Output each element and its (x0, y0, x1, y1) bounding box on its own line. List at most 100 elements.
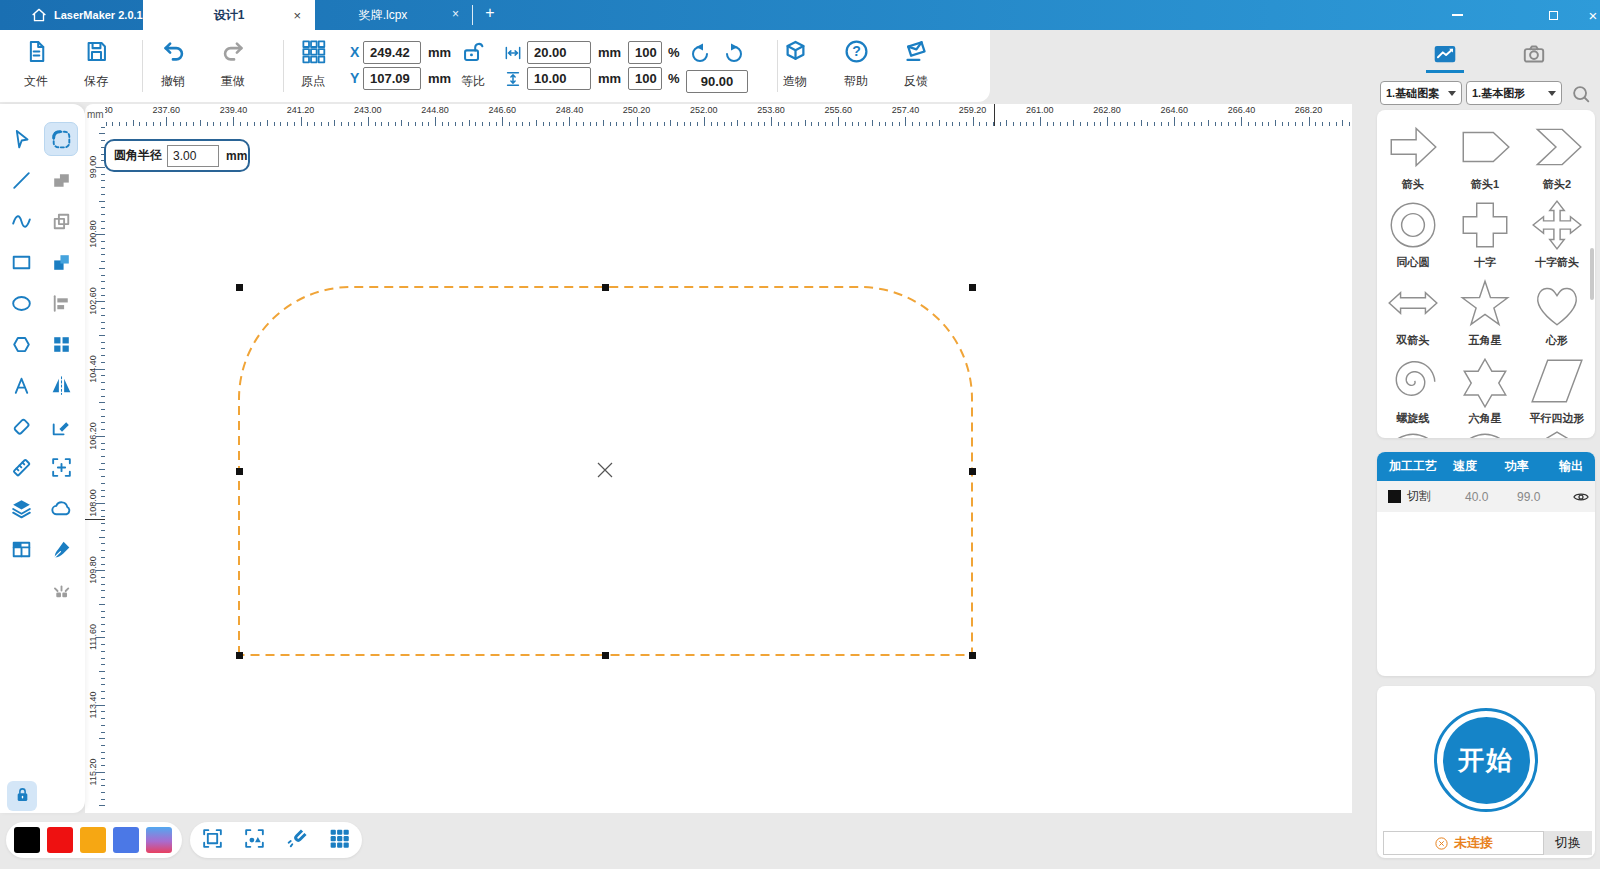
selection-handle[interactable] (236, 284, 243, 291)
save-button[interactable]: 保存 (68, 38, 124, 96)
color-swatch[interactable] (80, 827, 106, 853)
radius-input[interactable]: 3.00 (167, 145, 219, 167)
selection-handle[interactable] (969, 284, 976, 291)
combine-tool[interactable] (44, 204, 78, 238)
break-link-tool[interactable] (44, 573, 78, 607)
gallery-item[interactable] (1521, 430, 1593, 438)
measure-tool[interactable] (4, 450, 38, 484)
magnet-icon[interactable] (285, 826, 310, 855)
table-tool[interactable] (4, 532, 38, 566)
selection-handle[interactable] (602, 652, 609, 659)
rounded-rect-tool[interactable] (44, 122, 78, 156)
width-input[interactable]: 20.00 (527, 41, 591, 64)
gallery-item[interactable]: 同心圆 (1377, 196, 1449, 274)
ruler-tick (101, 221, 106, 222)
rotate-input[interactable]: 90.00 (686, 70, 748, 93)
rotate-cw-icon[interactable] (722, 42, 746, 66)
selection-handle[interactable] (236, 652, 243, 659)
ruler-tick (160, 122, 161, 127)
selection-handle[interactable] (602, 284, 609, 291)
gallery-item[interactable]: 箭头1 (1449, 118, 1521, 196)
gallery-item[interactable]: 双箭头 (1377, 274, 1449, 352)
gallery-item[interactable]: 心形 (1521, 274, 1593, 352)
select-tool[interactable] (4, 122, 38, 156)
eraser-tool[interactable] (4, 409, 38, 443)
width-percent-input[interactable]: 100 (628, 41, 662, 64)
rotate-ccw-icon[interactable] (688, 42, 712, 66)
table-row[interactable]: 切割 40.0 99.0 (1377, 481, 1595, 512)
aspect-lock-button[interactable]: 等比 (445, 38, 501, 96)
color-swatch[interactable] (113, 827, 139, 853)
ellipse-tool[interactable] (4, 286, 38, 320)
x-input[interactable]: 249.42 (363, 41, 421, 64)
line-tool[interactable] (4, 163, 38, 197)
feedback-button[interactable]: 反馈 (888, 38, 944, 96)
gallery-item[interactable]: 十字箭头 (1521, 196, 1593, 274)
array-tool[interactable] (44, 327, 78, 361)
height-input[interactable]: 10.00 (527, 67, 591, 90)
close-button[interactable]: × (1576, 0, 1600, 30)
mirror-tool[interactable] (44, 368, 78, 402)
gallery-item[interactable] (1449, 430, 1521, 438)
color-swatch[interactable] (47, 827, 73, 853)
frame-icon[interactable] (200, 826, 225, 855)
text-tool[interactable] (4, 368, 38, 402)
gallery-item[interactable]: 十字 (1449, 196, 1521, 274)
rectangle-tool[interactable] (4, 245, 38, 279)
switch-device-button[interactable]: 切换 (1544, 831, 1592, 855)
category-dropdown[interactable]: 1.基础图案 (1380, 81, 1462, 105)
minimize-button[interactable] (1440, 0, 1474, 30)
gallery-item[interactable]: 螺旋线 (1377, 352, 1449, 430)
fit-selection-icon[interactable] (242, 826, 267, 855)
eye-icon[interactable] (1571, 487, 1591, 507)
lock-button[interactable] (7, 781, 37, 811)
scrollbar[interactable] (1590, 248, 1594, 300)
tab-close-icon[interactable]: × (293, 8, 301, 23)
boolean-tool[interactable] (44, 245, 78, 279)
search-icon[interactable] (1570, 83, 1592, 105)
height-percent-input[interactable]: 100 (628, 67, 662, 90)
selection-handle[interactable] (969, 468, 976, 475)
start-button[interactable]: 开始 (1434, 708, 1538, 812)
shape-class-dropdown[interactable]: 1.基本图形 (1466, 81, 1562, 105)
weld-tool[interactable] (44, 163, 78, 197)
layers-tool[interactable] (4, 491, 38, 525)
new-tab-button[interactable]: + (480, 4, 500, 22)
undo-button[interactable]: 撤销 (145, 38, 201, 96)
pen-tool[interactable] (44, 532, 78, 566)
curve-tool[interactable] (4, 204, 38, 238)
tab-camera[interactable] (1521, 41, 1551, 67)
tab-design1[interactable]: 设计1 × (143, 0, 315, 30)
maximize-button[interactable] (1536, 0, 1570, 30)
y-input[interactable]: 107.09 (363, 67, 421, 90)
selection-handle[interactable] (969, 652, 976, 659)
gallery-item[interactable]: 箭头 (1377, 118, 1449, 196)
ruler-tick (101, 718, 106, 719)
selection-handle[interactable] (236, 468, 243, 475)
node-edit-tool[interactable] (44, 409, 78, 443)
gallery-item[interactable]: 六角星 (1449, 352, 1521, 430)
polygon-tool[interactable] (4, 327, 38, 361)
ruler-tick (791, 122, 792, 127)
color-swatch[interactable] (146, 827, 172, 853)
file-button[interactable]: 文件 (8, 38, 64, 96)
gallery-item[interactable]: 五角星 (1449, 274, 1521, 352)
create-button[interactable]: 造物 (767, 38, 823, 96)
color-swatch[interactable] (14, 827, 40, 853)
align-tool[interactable] (44, 286, 78, 320)
tab-close-icon[interactable]: × (452, 7, 459, 21)
gallery-item[interactable]: 箭头2 (1521, 118, 1593, 196)
grid-icon[interactable] (327, 826, 352, 855)
origin-button[interactable]: 原点 (285, 38, 341, 96)
redo-button[interactable]: 重做 (205, 38, 261, 96)
gallery-item[interactable]: 平行四边形 (1521, 352, 1593, 430)
home-icon[interactable] (30, 6, 48, 24)
ruler-tick (905, 117, 906, 126)
center-tool[interactable] (44, 450, 78, 484)
tab-gallery[interactable] (1432, 41, 1462, 67)
help-button[interactable]: ? 帮助 (828, 38, 884, 96)
tab-file[interactable]: 奖牌.lcpx (318, 0, 448, 30)
cloud-tool[interactable] (44, 491, 78, 525)
gallery-item[interactable] (1377, 430, 1449, 438)
ruler-tick (428, 122, 429, 127)
